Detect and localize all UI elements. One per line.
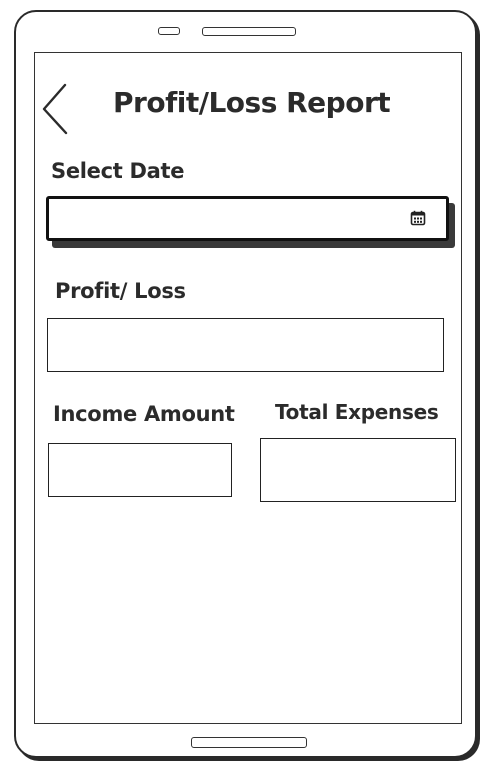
- page-title: Profit/Loss Report: [113, 86, 391, 119]
- select-date-label: Select Date: [51, 159, 185, 183]
- phone-speaker: [202, 27, 296, 36]
- total-expenses-field[interactable]: [260, 438, 456, 502]
- phone-screen: [34, 52, 462, 724]
- income-amount-label: Income Amount: [53, 402, 235, 426]
- phone-camera: [158, 27, 180, 35]
- home-button[interactable]: [191, 737, 307, 748]
- income-amount-field[interactable]: [48, 443, 232, 497]
- date-input[interactable]: [46, 196, 449, 241]
- app-screenshot: Profit/Loss Report Select Date Profit/ L…: [0, 0, 482, 769]
- back-button[interactable]: [38, 83, 72, 135]
- profit-loss-field[interactable]: [47, 318, 444, 372]
- profit-loss-label: Profit/ Loss: [55, 279, 186, 303]
- calendar-icon[interactable]: [410, 210, 426, 226]
- total-expenses-label: Total Expenses: [275, 400, 439, 424]
- chevron-left-icon: [42, 83, 68, 135]
